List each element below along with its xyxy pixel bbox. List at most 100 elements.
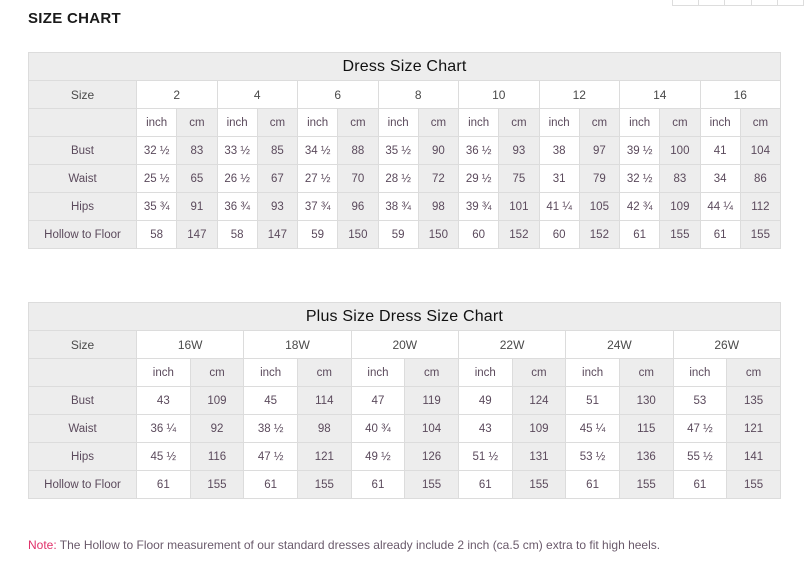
size-header-4: 4 xyxy=(217,81,298,109)
unit-row-spacer xyxy=(29,109,137,137)
cell-inch: 47 xyxy=(351,387,405,415)
cell-inch: 34 ½ xyxy=(298,137,338,165)
table-row: Hollow to Floor5814758147591505915060152… xyxy=(29,221,781,249)
cell-inch: 38 ½ xyxy=(244,415,298,443)
size-label-header: Size xyxy=(29,81,137,109)
table-title-row: Dress Size Chart xyxy=(29,53,781,81)
row-label: Waist xyxy=(29,415,137,443)
unit-header-cm: cm xyxy=(619,359,673,387)
cell-inch: 36 ¾ xyxy=(217,193,257,221)
cell-cm: 155 xyxy=(727,471,781,499)
cell-inch: 53 ½ xyxy=(566,443,620,471)
size-header-2: 2 xyxy=(137,81,218,109)
page-title: SIZE CHART xyxy=(28,10,121,27)
cell-inch: 60 xyxy=(539,221,579,249)
cell-cm: 104 xyxy=(405,415,459,443)
cell-cm: 121 xyxy=(727,415,781,443)
size-header-8: 8 xyxy=(378,81,459,109)
unit-header-inch: inch xyxy=(137,359,191,387)
cell-cm: 147 xyxy=(257,221,297,249)
unit-header-cm: cm xyxy=(740,109,780,137)
cell-cm: 79 xyxy=(579,165,619,193)
table-title: Dress Size Chart xyxy=(29,53,781,81)
cell-inch: 45 ½ xyxy=(137,443,191,471)
cell-cm: 109 xyxy=(512,415,566,443)
cell-inch: 36 ½ xyxy=(459,137,499,165)
cell-cm: 155 xyxy=(619,471,673,499)
cell-cm: 93 xyxy=(257,193,297,221)
cell-cm: 88 xyxy=(338,137,378,165)
row-label: Hollow to Floor xyxy=(29,471,137,499)
table-row: Bust32 ½8333 ½8534 ½8835 ½9036 ½93389739… xyxy=(29,137,781,165)
size-header-14: 14 xyxy=(620,81,701,109)
cell-inch: 61 xyxy=(673,471,727,499)
cell-inch: 39 ½ xyxy=(620,137,660,165)
unit-header-cm: cm xyxy=(660,109,700,137)
cell-inch: 29 ½ xyxy=(459,165,499,193)
unit-header-inch: inch xyxy=(378,109,418,137)
cell-inch: 51 xyxy=(566,387,620,415)
cell-inch: 42 ¾ xyxy=(620,193,660,221)
unit-header-inch: inch xyxy=(459,109,499,137)
cell-cm: 155 xyxy=(297,471,351,499)
cell-inch: 49 ½ xyxy=(351,443,405,471)
table-row: Hollow to Floor6115561155611556115561155… xyxy=(29,471,781,499)
cell-inch: 35 ½ xyxy=(378,137,418,165)
cell-cm: 155 xyxy=(405,471,459,499)
note-label: Note: xyxy=(28,538,57,552)
unit-header-inch: inch xyxy=(539,109,579,137)
size-header-16W: 16W xyxy=(137,331,244,359)
cell-cm: 155 xyxy=(740,221,780,249)
size-header-6: 6 xyxy=(298,81,379,109)
cell-cm: 131 xyxy=(512,443,566,471)
dress-size-chart-table: Dress Size ChartSize246810121416inchcmin… xyxy=(28,52,781,249)
cell-inch: 55 ½ xyxy=(673,443,727,471)
note-text: The Hollow to Floor measurement of our s… xyxy=(57,538,660,552)
unit-header-inch: inch xyxy=(620,109,660,137)
cell-cm: 141 xyxy=(727,443,781,471)
cell-inch: 58 xyxy=(217,221,257,249)
unit-header-cm: cm xyxy=(177,109,217,137)
unit-header-row: inchcminchcminchcminchcminchcminchcminch… xyxy=(29,109,781,137)
cell-cm: 130 xyxy=(619,387,673,415)
cell-inch: 32 ½ xyxy=(620,165,660,193)
unit-header-inch: inch xyxy=(673,359,727,387)
table-title-row: Plus Size Dress Size Chart xyxy=(29,303,781,331)
unit-header-cm: cm xyxy=(297,359,351,387)
size-header-20W: 20W xyxy=(351,331,458,359)
cell-cm: 109 xyxy=(190,387,244,415)
cell-inch: 27 ½ xyxy=(298,165,338,193)
cell-cm: 96 xyxy=(338,193,378,221)
cell-cm: 121 xyxy=(297,443,351,471)
size-label-header: Size xyxy=(29,331,137,359)
cell-cm: 115 xyxy=(619,415,673,443)
cell-inch: 45 xyxy=(244,387,298,415)
unit-header-cm: cm xyxy=(338,109,378,137)
cell-cm: 150 xyxy=(338,221,378,249)
cell-inch: 35 ¾ xyxy=(137,193,177,221)
size-header-26W: 26W xyxy=(673,331,780,359)
unit-header-row: inchcminchcminchcminchcminchcminchcm xyxy=(29,359,781,387)
size-header-18W: 18W xyxy=(244,331,351,359)
cell-inch: 43 xyxy=(458,415,512,443)
table-row: Hips45 ½11647 ½12149 ½12651 ½13153 ½1365… xyxy=(29,443,781,471)
table-row: Bust431094511447119491245113053135 xyxy=(29,387,781,415)
cell-cm: 150 xyxy=(418,221,458,249)
cell-cm: 92 xyxy=(190,415,244,443)
unit-header-cm: cm xyxy=(418,109,458,137)
unit-header-cm: cm xyxy=(727,359,781,387)
unit-header-inch: inch xyxy=(244,359,298,387)
row-label: Hips xyxy=(29,443,137,471)
cell-cm: 90 xyxy=(418,137,458,165)
cell-cm: 97 xyxy=(579,137,619,165)
size-chart-page: SIZE CHART Dress Size ChartSize246810121… xyxy=(0,0,804,576)
table-row: Hips35 ¾9136 ¾9337 ¾9638 ¾9839 ¾10141 ¼1… xyxy=(29,193,781,221)
cell-inch: 37 ¾ xyxy=(298,193,338,221)
cell-inch: 39 ¾ xyxy=(459,193,499,221)
unit-header-inch: inch xyxy=(137,109,177,137)
cell-cm: 135 xyxy=(727,387,781,415)
unit-header-inch: inch xyxy=(566,359,620,387)
cell-inch: 61 xyxy=(620,221,660,249)
row-label: Bust xyxy=(29,387,137,415)
cell-cm: 152 xyxy=(579,221,619,249)
